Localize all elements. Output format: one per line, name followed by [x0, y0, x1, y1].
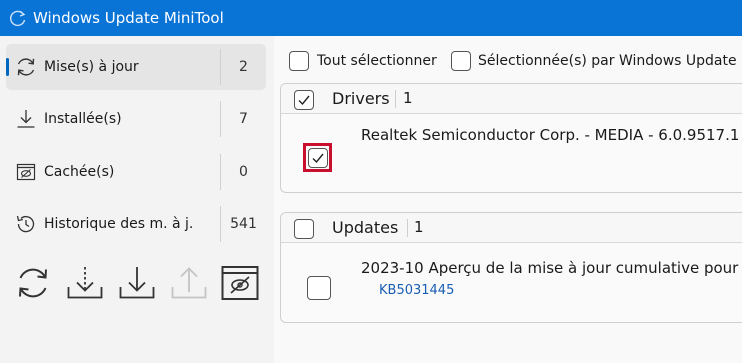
window-title: Windows Update MiniTool — [33, 9, 224, 27]
updates-count: 2 — [239, 59, 248, 75]
group-header: Drivers 1 — [281, 84, 742, 114]
updates-group-checkbox[interactable] — [294, 219, 314, 239]
history-icon — [16, 215, 35, 233]
divider — [407, 219, 408, 237]
refresh-icon — [17, 58, 35, 76]
hidden-icon — [16, 163, 36, 181]
check-icon — [298, 95, 310, 106]
select-all-checkbox[interactable] — [289, 51, 309, 71]
drivers-group-checkbox[interactable] — [294, 90, 314, 110]
install-button[interactable] — [117, 263, 157, 303]
sidebar-item-label: Historique des m. à j. — [44, 216, 194, 232]
install-icon — [119, 267, 155, 299]
download-button[interactable] — [65, 263, 105, 303]
sidebar-item-updates[interactable]: Mise(s) à jour 2 — [6, 44, 266, 90]
select-by-windows-update-label: Sélectionnée(s) par Windows Update — [478, 53, 737, 69]
select-by-windows-update-checkbox[interactable] — [451, 51, 471, 71]
update-title[interactable]: Realtek Semiconductor Corp. - MEDIA - 6.… — [361, 126, 739, 144]
kb-link[interactable]: KB5031445 — [379, 283, 454, 298]
drivers-group: Drivers 1 Realtek Semiconductor Corp. - … — [280, 83, 742, 193]
sidebar-item-installed[interactable]: Installée(s) 7 — [6, 96, 266, 142]
sidebar-item-hidden[interactable]: Cachée(s) 0 — [6, 149, 266, 195]
sidebar-item-label: Installée(s) — [44, 111, 122, 127]
app-refresh-icon — [10, 10, 26, 27]
hide-window-icon — [221, 266, 259, 300]
sidebar-item-history[interactable]: Historique des m. à j. 541 — [6, 201, 266, 247]
group-header: Updates 1 — [281, 213, 742, 243]
installed-count: 7 — [239, 111, 248, 127]
sidebar-item-label: Cachée(s) — [44, 164, 115, 180]
upload-icon — [171, 267, 207, 299]
title-bar: Windows Update MiniTool — [0, 0, 742, 36]
group-count: 1 — [403, 89, 413, 107]
uninstall-button[interactable] — [169, 263, 209, 303]
selection-highlight — [303, 143, 332, 172]
group-name: Drivers — [332, 89, 390, 108]
refresh-icon — [19, 268, 47, 298]
update-list-panel: Tout sélectionner Sélectionnée(s) par Wi… — [274, 36, 742, 363]
download-dashed-icon — [67, 267, 103, 299]
hidden-count: 0 — [239, 164, 248, 180]
download-icon — [17, 110, 35, 128]
group-count: 1 — [414, 218, 424, 236]
group-name: Updates — [332, 218, 399, 237]
check-updates-button[interactable] — [13, 263, 53, 303]
update-title[interactable]: 2023-10 Aperçu de la mise à jour cumulat… — [361, 259, 738, 277]
divider — [395, 90, 396, 108]
hide-button[interactable] — [220, 263, 260, 303]
active-indicator — [6, 58, 9, 76]
select-all-label: Tout sélectionner — [317, 53, 437, 69]
sidebar-item-label: Mise(s) à jour — [44, 59, 139, 75]
history-count: 541 — [230, 216, 257, 232]
sidebar: Mise(s) à jour 2 Installée(s) 7 Cachée(s… — [0, 36, 274, 363]
updates-group: Updates 1 2023-10 Aperçu de la mise à jo… — [280, 212, 742, 323]
kb5031445-checkbox[interactable] — [307, 276, 331, 300]
